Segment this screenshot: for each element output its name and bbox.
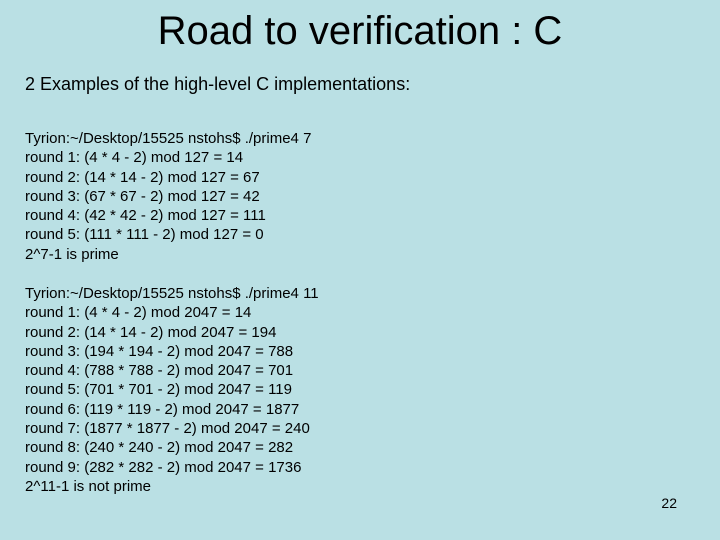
round-line: round 2: (14 * 14 - 2) mod 127 = 67 [25,168,260,186]
round-line: round 5: (111 * 111 - 2) mod 127 = 0 [25,226,264,244]
slide-title: Road to verification : C [157,9,563,53]
example-output-1: Tyrion:~/Desktop/15525 nstohs$ ./prime4 … [25,129,311,264]
slide-subtitle: 2 Examples of the high-level C implement… [25,74,411,94]
result-line: 2^7-1 is prime [25,245,119,263]
round-line: round 1: (4 * 4 - 2) mod 2047 = 14 [25,304,252,322]
round-line: round 1: (4 * 4 - 2) mod 127 = 14 [25,149,244,167]
result-line: 2^11-1 is not prime [25,477,151,495]
round-line: round 6: (119 * 119 - 2) mod 2047 = 1877 [25,400,300,418]
example-output-2: Tyrion:~/Desktop/15525 nstohs$ ./prime4 … [25,284,319,496]
round-line: round 4: (42 * 42 - 2) mod 127 = 111 [25,207,266,225]
command-line: Tyrion:~/Desktop/15525 nstohs$ ./prime4 … [25,130,312,147]
page-number: 22 [661,495,677,511]
round-line: round 9: (282 * 282 - 2) mod 2047 = 1736 [25,458,302,476]
round-line: round 8: (240 * 240 - 2) mod 2047 = 282 [25,439,294,457]
round-line: round 7: (1877 * 1877 - 2) mod 2047 = 24… [25,420,310,438]
round-line: round 5: (701 * 701 - 2) mod 2047 = 119 [25,381,292,399]
round-line: round 4: (788 * 788 - 2) mod 2047 = 701 [25,362,294,380]
round-line: round 2: (14 * 14 - 2) mod 2047 = 194 [25,323,277,341]
command-line: Tyrion:~/Desktop/15525 nstohs$ ./prime4 … [25,285,319,302]
round-line: round 3: (194 * 194 - 2) mod 2047 = 788 [25,342,294,360]
round-line: round 3: (67 * 67 - 2) mod 127 = 42 [25,187,260,205]
